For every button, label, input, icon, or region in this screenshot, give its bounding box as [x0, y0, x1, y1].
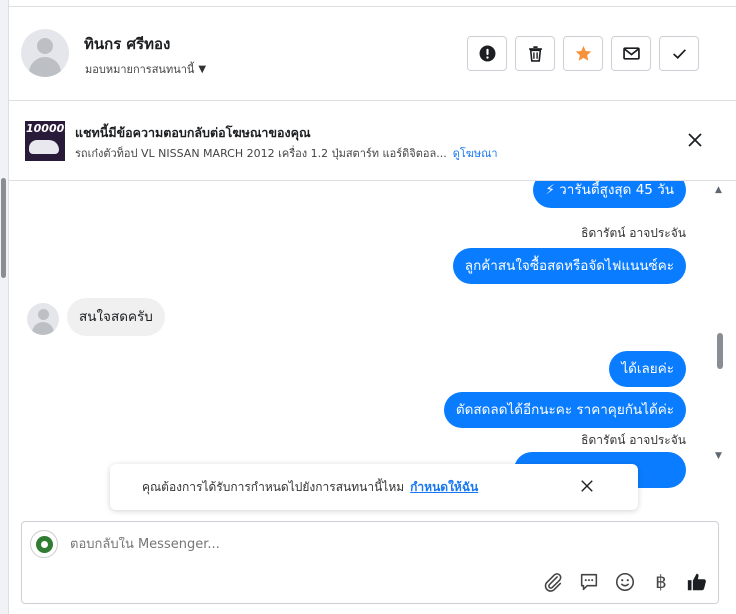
star-icon: [575, 45, 591, 61]
outgoing-message: ได้เลยค่ะ: [609, 351, 686, 387]
mark-done-button[interactable]: [659, 36, 699, 71]
assign-to-me-link[interactable]: กำหนดให้ฉัน: [410, 480, 478, 494]
delete-button[interactable]: [515, 36, 555, 71]
ad-banner-subtitle: รถเก๋งตัวท็อป VL NISSAN MARCH 2012 เครื่…: [75, 144, 498, 162]
contact-name[interactable]: ทินกร ศรีทอง: [84, 32, 170, 56]
assign-prompt-toast: คุณต้องการได้รับการกำหนดไปยังการสนทนานี้…: [110, 464, 638, 510]
contact-avatar-small[interactable]: [27, 303, 59, 335]
baht-icon[interactable]: ฿: [650, 572, 672, 593]
outgoing-message: ⚡ วารันตี้สูงสุด 45 วัน: [533, 181, 686, 208]
emoji-icon[interactable]: [614, 571, 636, 593]
incoming-message: สนใจสดครับ: [67, 298, 165, 336]
header-actions: [467, 36, 699, 71]
paperclip-icon[interactable]: [542, 571, 564, 593]
close-icon[interactable]: [580, 479, 594, 493]
assign-prompt-text: คุณต้องการได้รับการกำหนดไปยังการสนทนานี้…: [142, 478, 478, 497]
ad-thumbnail[interactable]: 10000.: [25, 121, 65, 161]
sender-name: ธิดารัตน์ อาจประจัน: [581, 226, 686, 240]
composer-tools: ฿: [542, 571, 708, 593]
assign-prompt-label: คุณต้องการได้รับการกำหนดไปยังการสนทนานี้…: [142, 480, 405, 494]
ad-description: รถเก๋งตัวท็อป VL NISSAN MARCH 2012 เครื่…: [75, 147, 447, 160]
mark-spam-button[interactable]: [467, 36, 507, 71]
assign-conversation-dropdown[interactable]: มอบหมายการสนทนานี้ ▼: [85, 60, 206, 78]
page-avatar: [30, 530, 58, 558]
thumbs-up-icon[interactable]: [686, 571, 708, 593]
conversation-header: ทินกร ศรีทอง มอบหมายการสนทนานี้ ▼: [8, 7, 736, 101]
sender-name: ธิดารัตน์ อาจประจัน: [581, 433, 686, 447]
contact-avatar[interactable]: [21, 29, 69, 77]
outgoing-message: ตัดสดลดได้อีกนะคะ ราคาคุยกันได้ค่ะ: [443, 392, 686, 428]
saved-replies-icon[interactable]: [578, 571, 600, 593]
envelope-icon: [622, 47, 640, 60]
left-scrollbar[interactable]: [0, 0, 8, 614]
ad-banner-title: แชทนี้มีข้อความตอบกลับต่อโฆษณาของคุณ: [75, 125, 311, 140]
left-scrollbar-thumb[interactable]: [1, 178, 6, 278]
scroll-down-arrow-icon[interactable]: ▼: [715, 451, 722, 461]
view-ad-link[interactable]: ดูโฆษณา: [453, 147, 498, 160]
exclamation-icon: [479, 45, 495, 62]
trash-icon: [528, 46, 542, 62]
ad-thumbnail-price: 10000.: [26, 122, 65, 135]
ad-reply-banner: 10000. แชทนี้มีข้อความตอบกลับต่อโฆษณาของ…: [8, 101, 736, 181]
message-thread[interactable]: ⚡ วารันตี้สูงสุด 45 วัน ธิดารัตน์ อาจประ…: [8, 181, 736, 511]
assign-label: มอบหมายการสนทนานี้: [85, 63, 195, 76]
check-icon: [672, 49, 686, 59]
reply-input[interactable]: [70, 537, 630, 552]
caret-down-icon: ▼: [198, 63, 207, 75]
thread-scrollbar-thumb[interactable]: [717, 333, 723, 369]
thread-scrollbar[interactable]: ▲ ▼: [714, 181, 726, 463]
scroll-up-arrow-icon[interactable]: ▲: [715, 185, 722, 195]
close-icon[interactable]: [687, 132, 703, 148]
outgoing-message: ลูกค้าสนใจซื้อสดหรือจัดไฟแนนซ์คะ: [452, 248, 686, 284]
car-image: [29, 140, 59, 154]
star-button[interactable]: [563, 36, 603, 71]
message-composer: ฿: [21, 521, 719, 604]
mark-unread-button[interactable]: [611, 36, 651, 71]
